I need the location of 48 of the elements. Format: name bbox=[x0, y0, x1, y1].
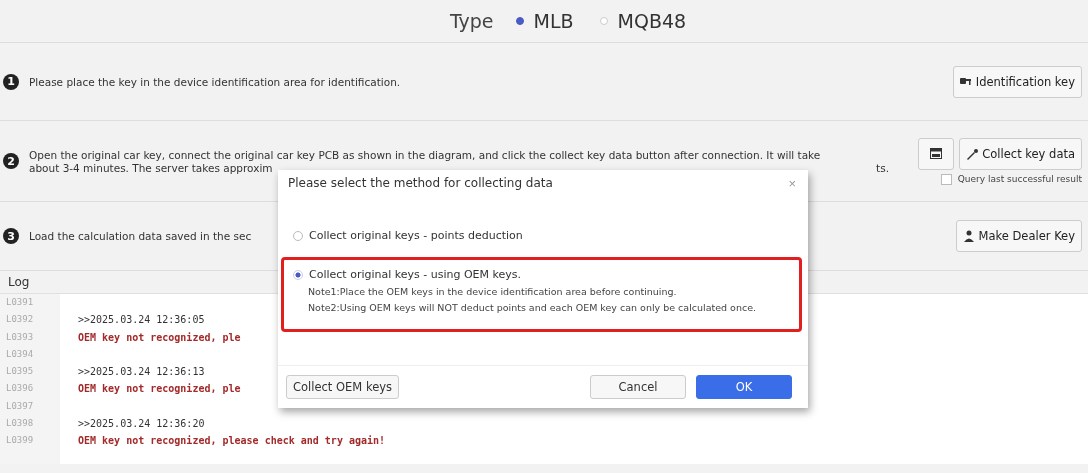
option-label: Collect original keys - points deduction bbox=[309, 229, 523, 242]
line-number: L0391 bbox=[6, 297, 35, 309]
line-number: L0393 bbox=[6, 331, 35, 344]
query-checkbox[interactable]: Query last successful result bbox=[940, 173, 1082, 185]
type-label: Type bbox=[449, 10, 494, 32]
step-text: Open the original car key, connect the original car key PCB as shown in the diagram, and click the collect key data button after connection. It will take bbox=[29, 148, 821, 161]
method-option[interactable]: Collect original keys - using OEM keys. bbox=[293, 268, 791, 281]
radio-button[interactable] bbox=[293, 230, 303, 241]
method-option[interactable]: Collect original keys - points deduction bbox=[293, 229, 791, 242]
step-text: about 3-4 minutes. The server takes approxim bbox=[29, 161, 273, 174]
wand-icon bbox=[966, 147, 980, 160]
action-button[interactable]: Collect key data bbox=[959, 137, 1082, 170]
note-text: Note2:Using OEM keys will NOT deduct points and each OEM key can only be calculated once. bbox=[307, 302, 758, 313]
log-line: OEM key not recognized, ple bbox=[78, 383, 241, 395]
option-label: Collect original keys - using OEM keys. bbox=[309, 268, 521, 281]
line-number: L0398 bbox=[6, 418, 35, 431]
line-number: L0395 bbox=[6, 366, 35, 379]
person-icon bbox=[962, 230, 976, 242]
log-line: >>2025.03.24 12:36:20 bbox=[78, 418, 205, 430]
step-number: 3 bbox=[3, 228, 19, 244]
dialog-title: Please select the method for collecting data bbox=[288, 176, 553, 190]
step-number: 1 bbox=[3, 73, 19, 90]
note-text: Note1:Place the OEM keys in the device identification area before continuing. bbox=[307, 286, 678, 297]
type-radio[interactable]: MLB bbox=[515, 10, 574, 32]
radio-button[interactable] bbox=[293, 269, 303, 280]
line-number: L0397 bbox=[6, 400, 35, 413]
log-title: Log bbox=[8, 275, 30, 289]
line-number: L0399 bbox=[6, 435, 35, 448]
step-number: 2 bbox=[3, 153, 19, 169]
line-number: L0394 bbox=[6, 348, 35, 361]
log-line: OEM key not recognized, ple bbox=[78, 331, 241, 343]
step-text: ts. bbox=[876, 161, 889, 174]
log-line: >>2025.03.24 12:36:13 bbox=[78, 366, 205, 378]
dialog-button[interactable]: Cancel bbox=[590, 375, 686, 399]
image-icon bbox=[930, 148, 943, 159]
image-button[interactable] bbox=[918, 137, 955, 170]
line-number: L0396 bbox=[6, 383, 35, 396]
ok-button[interactable]: OK bbox=[696, 375, 792, 399]
step-text: Please place the key in the device identification area for identification. bbox=[29, 75, 401, 88]
type-radio[interactable]: MQB48 bbox=[599, 10, 687, 32]
line-number: L0392 bbox=[6, 314, 35, 327]
dialog-button[interactable]: Collect OEM keys bbox=[286, 375, 400, 399]
log-line: >>2025.03.24 12:36:05 bbox=[78, 314, 205, 326]
step-text: Load the calculation data saved in the sec bbox=[29, 230, 252, 242]
log-line: OEM key not recognized, please check and try again! bbox=[78, 435, 386, 447]
key-icon bbox=[959, 75, 973, 88]
action-button[interactable]: Identification key bbox=[952, 65, 1082, 98]
action-button[interactable]: Make Dealer Key bbox=[955, 220, 1082, 252]
